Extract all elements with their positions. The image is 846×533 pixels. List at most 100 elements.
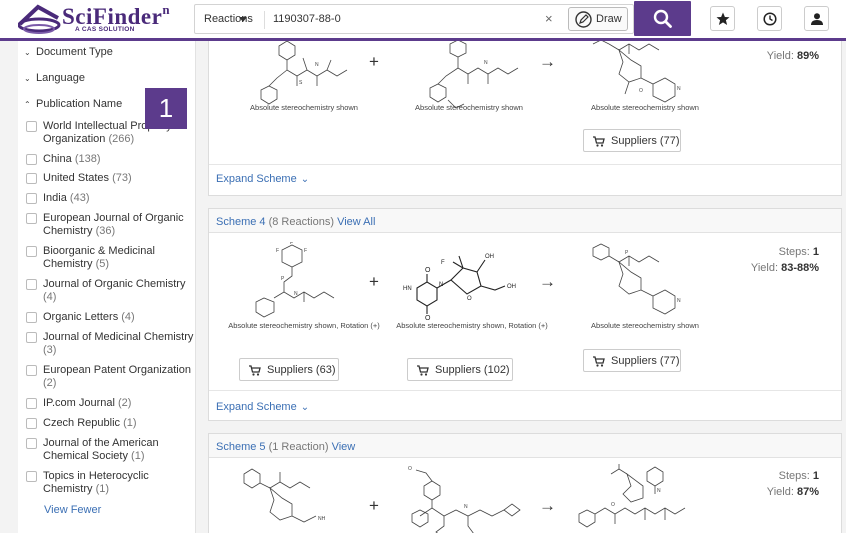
filter-label: Czech Republic (1) [43,417,137,429]
scheme-card-3: S N + N → O N Absolute stereochemistry s… [208,41,842,196]
filter-label: India (43) [43,192,90,204]
svg-text:F: F [290,242,293,246]
filter-label: European Patent Organization (2) [43,364,191,389]
cas-logo-icon [18,4,61,34]
top-header: SciFindern A CAS SOLUTION Reactions 1190… [0,0,846,41]
facet-label: Language [36,72,85,84]
reaction-yield: Yield: 83-88% [750,262,819,274]
search-submit-button[interactable] [634,1,691,36]
filter-label: Topics in Heterocyclic Chemistry (1) [43,470,149,495]
clock-icon [763,12,777,26]
view-fewer-link[interactable]: View Fewer [44,504,101,516]
filter-label: Organic Letters (4) [43,311,135,323]
suppliers-button[interactable]: Suppliers (77) [583,129,681,152]
chevron-down-icon: ⌄ [24,74,31,83]
suppliers-button[interactable]: Suppliers (102) [407,358,513,381]
search-type-dropdown[interactable]: Reactions [195,5,264,33]
suppliers-button[interactable]: Suppliers (63) [239,358,339,381]
svg-text:F: F [441,260,445,266]
view-link[interactable]: View [332,441,356,453]
product-structure-image: N O [578,464,686,528]
plus-symbol: + [369,272,379,291]
suppliers-label: Suppliers (102) [435,364,510,376]
plus-symbol: + [369,496,379,515]
scifinder-logo[interactable]: SciFindern A CAS SOLUTION [18,2,193,36]
checkbox[interactable] [26,332,37,343]
reaction-arrow: → [539,52,556,71]
results-panel: S N + N → O N Absolute stereochemistry s… [208,41,842,533]
reactant-structure-image: F F F P N [255,242,335,318]
expand-scheme-link[interactable]: Expand Scheme ⌄ [216,401,309,413]
filter-label: Journal of Medicinal Chemistry (3) [43,331,194,356]
checkbox[interactable] [26,365,37,376]
suppliers-button[interactable]: Suppliers (77) [583,349,681,372]
user-account-button[interactable] [804,6,829,31]
structure-caption: Absolute stereochemistry shown [591,103,699,112]
structure-caption: Absolute stereochemistry shown [591,321,699,330]
view-all-link[interactable]: View All [337,216,375,228]
checkbox[interactable] [26,312,37,323]
structure-caption: Absolute stereochemistry shown [250,103,358,112]
history-button[interactable] [757,6,782,31]
checkbox[interactable] [26,398,37,409]
star-icon [716,12,730,25]
svg-text:N: N [439,282,443,288]
scheme-card-5: Scheme 5 (1 Reaction) View NH + O N → N … [208,433,842,533]
svg-text:N: N [677,86,681,92]
facet-language[interactable]: ⌄ Language [24,72,85,84]
structure-caption: Absolute stereochemistry shown [415,103,523,112]
search-bar: Reactions 1190307-88-0 × Draw [194,4,634,34]
reaction-arrow: → [539,272,556,291]
scheme-header: Scheme 4 (8 Reactions) View All [209,209,841,233]
checkbox[interactable] [26,193,37,204]
draw-pencil-icon [575,11,592,28]
checkbox[interactable] [26,471,37,482]
checkbox[interactable] [26,418,37,429]
checkbox[interactable] [26,173,37,184]
svg-text:NH: NH [318,516,326,522]
expand-scheme-link[interactable]: Expand Scheme ⌄ [216,173,309,185]
divider [209,390,841,391]
user-icon [811,13,823,25]
checkbox[interactable] [26,246,37,257]
product-structure-image: P N [592,243,681,315]
checkbox[interactable] [26,438,37,449]
checkbox[interactable] [26,213,37,224]
facet-publication-name[interactable]: ⌃ Publication Name [24,98,122,110]
scheme-title-link[interactable]: Scheme 5 [216,441,266,453]
search-input[interactable]: 1190307-88-0 [273,13,341,25]
checkbox[interactable] [26,279,37,290]
search-divider [264,11,265,29]
reaction-steps: Steps: 1 [778,470,819,482]
scheme-title-link[interactable]: Scheme 4 [216,216,266,228]
facet-document-type[interactable]: ⌄ Document Type [24,46,113,58]
scheme-reaction-count: (1 Reaction) [268,441,329,453]
svg-text:F: F [304,248,307,254]
facet-label: Document Type [36,46,113,58]
svg-text:OH: OH [485,254,494,260]
svg-text:P: P [281,276,285,282]
structure-caption: Absolute stereochemistry shown, Rotation… [396,321,548,330]
logo-subtitle: A CAS SOLUTION [75,26,135,33]
cart-icon [593,136,605,147]
filter-label: European Journal of Organic Chemistry (3… [43,212,184,237]
scheme-card-4: Scheme 4 (8 Reactions) View All F F F P … [208,208,842,421]
clear-search-icon[interactable]: × [545,11,553,26]
suppliers-label: Suppliers (63) [267,364,336,376]
checkbox[interactable] [26,121,37,132]
filter-label: Journal of Organic Chemistry (4) [43,278,186,303]
reaction-steps: Steps: 1 [778,246,819,258]
checkbox[interactable] [26,154,37,165]
svg-text:O: O [408,466,412,472]
filter-label: Bioorganic & Medicinal Chemistry (5) [43,245,155,270]
svg-text:O: O [639,88,643,94]
reaction-steps-yield: Steps: 1 Yield: 87% [739,468,819,500]
scheme-header: Scheme 5 (1 Reaction) View [209,434,841,458]
reaction-yield: Yield: 89% [766,50,819,62]
reaction-steps-yield: Steps: 1 Yield: 83-88% [739,244,819,276]
svg-text:O: O [611,502,615,508]
structure-caption: Absolute stereochemistry shown, Rotation… [228,321,380,330]
draw-button[interactable]: Draw [568,7,628,31]
favorites-button[interactable] [710,6,735,31]
cart-icon [249,365,261,376]
